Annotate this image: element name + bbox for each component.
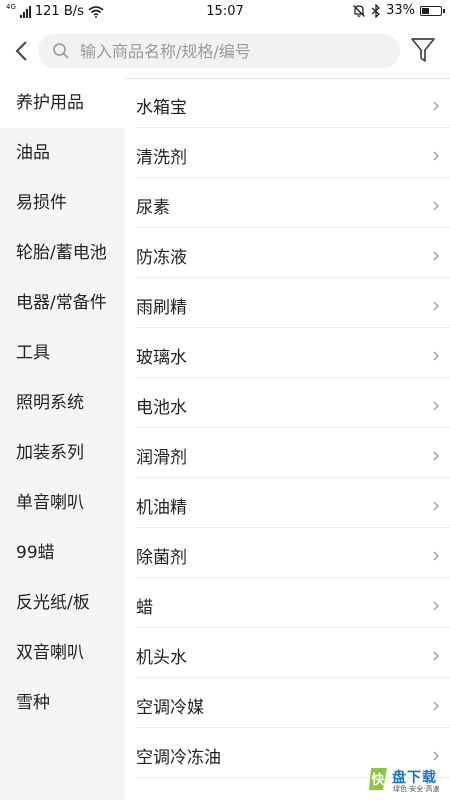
chevron-right-icon — [433, 651, 439, 661]
list-item-label: 润滑剂 — [136, 448, 187, 468]
chevron-right-icon — [433, 401, 439, 411]
chevron-right-icon — [433, 101, 439, 111]
list-item-label: 空调冷媒 — [136, 698, 204, 718]
bluetooth-icon — [371, 3, 381, 18]
sidebar-item[interactable]: 电器/常备件 — [0, 278, 125, 328]
chevron-right-icon — [433, 701, 439, 711]
chevron-right-icon — [433, 601, 439, 611]
list-item-label: 蜡 — [136, 598, 153, 618]
battery-icon — [420, 5, 445, 16]
chevron-right-icon — [433, 751, 439, 761]
sidebar-item[interactable]: 加装系列 — [0, 428, 125, 478]
list-item[interactable]: 除菌剂 — [136, 528, 450, 578]
status-bar: 4G 121 B/s 15:07 33% — [0, 0, 450, 24]
mute-bell-icon — [353, 4, 366, 17]
logo-icon: 快 — [369, 768, 387, 790]
sidebar-item[interactable]: 工具 — [0, 328, 125, 378]
chevron-right-icon — [433, 201, 439, 211]
list-item[interactable]: 玻璃水 — [136, 328, 450, 378]
watermark-logo: 快 盘下载 绿色·安全·高速 — [368, 766, 444, 794]
sidebar-item[interactable]: 易损件 — [0, 178, 125, 228]
list-item-label: 除菌剂 — [136, 548, 187, 568]
sidebar-item[interactable]: 雪种 — [0, 678, 125, 728]
sidebar-item[interactable]: 油品 — [0, 128, 125, 178]
search-bar[interactable] — [38, 34, 400, 68]
chevron-right-icon — [433, 151, 439, 161]
sidebar-item[interactable]: 轮胎/蓄电池 — [0, 228, 125, 278]
list-item[interactable]: 清洗剂 — [136, 128, 450, 178]
list-item-label: 雨刷精 — [136, 298, 187, 318]
list-item-label: 尿素 — [136, 198, 170, 218]
list-item-label: 防冻液 — [136, 248, 187, 268]
list-item-label: 空调冷冻油 — [136, 748, 221, 768]
sidebar-item[interactable]: 养护用品 — [0, 78, 125, 128]
status-right: 33% — [352, 3, 445, 18]
sidebar-item[interactable]: 单音喇叭 — [0, 478, 125, 528]
list-item-label: 电池水 — [136, 398, 187, 418]
list-item[interactable]: 水箱宝 — [136, 78, 450, 128]
list-item[interactable]: 雨刷精 — [136, 278, 450, 328]
list-item[interactable]: 机油精 — [136, 478, 450, 528]
watermark-sub: 绿色·安全·高速 — [393, 785, 440, 793]
chevron-right-icon — [433, 351, 439, 361]
category-sidebar: 养护用品 油品 易损件 轮胎/蓄电池 电器/常备件 工具 照明系统 加装系列 单… — [0, 78, 125, 800]
list-item[interactable]: 空调冷媒 — [136, 678, 450, 728]
list-item[interactable]: 防冻液 — [136, 228, 450, 278]
search-input[interactable] — [78, 40, 372, 62]
battery-percent: 33% — [386, 3, 415, 18]
chevron-right-icon — [433, 551, 439, 561]
list-item-label: 玻璃水 — [136, 348, 187, 368]
list-item[interactable]: 电池水 — [136, 378, 450, 428]
chevron-right-icon — [433, 451, 439, 461]
sidebar-item[interactable]: 反光纸/板 — [0, 578, 125, 628]
list-item[interactable]: 机头水 — [136, 628, 450, 678]
list-item-label: 机油精 — [136, 498, 187, 518]
search-icon — [53, 43, 69, 59]
sidebar-item[interactable]: 照明系统 — [0, 378, 125, 428]
subcategory-list: 水箱宝清洗剂尿素防冻液雨刷精玻璃水电池水润滑剂机油精除菌剂蜡机头水空调冷媒空调冷… — [125, 78, 450, 778]
logo-char: 快 — [371, 772, 385, 788]
list-item-label: 机头水 — [136, 648, 187, 668]
list-item[interactable]: 蜡 — [136, 578, 450, 628]
sidebar-item[interactable]: 双音喇叭 — [0, 628, 125, 678]
filter-icon[interactable] — [410, 36, 436, 64]
chevron-right-icon — [433, 251, 439, 261]
sidebar-item[interactable]: 99蜡 — [0, 528, 125, 578]
chevron-right-icon — [433, 501, 439, 511]
header — [0, 24, 450, 79]
list-item-label: 水箱宝 — [136, 98, 187, 118]
list-item-label: 清洗剂 — [136, 148, 187, 168]
list-item[interactable]: 尿素 — [136, 178, 450, 228]
chevron-right-icon — [433, 301, 439, 311]
back-icon[interactable] — [10, 36, 36, 66]
list-item[interactable]: 润滑剂 — [136, 428, 450, 478]
